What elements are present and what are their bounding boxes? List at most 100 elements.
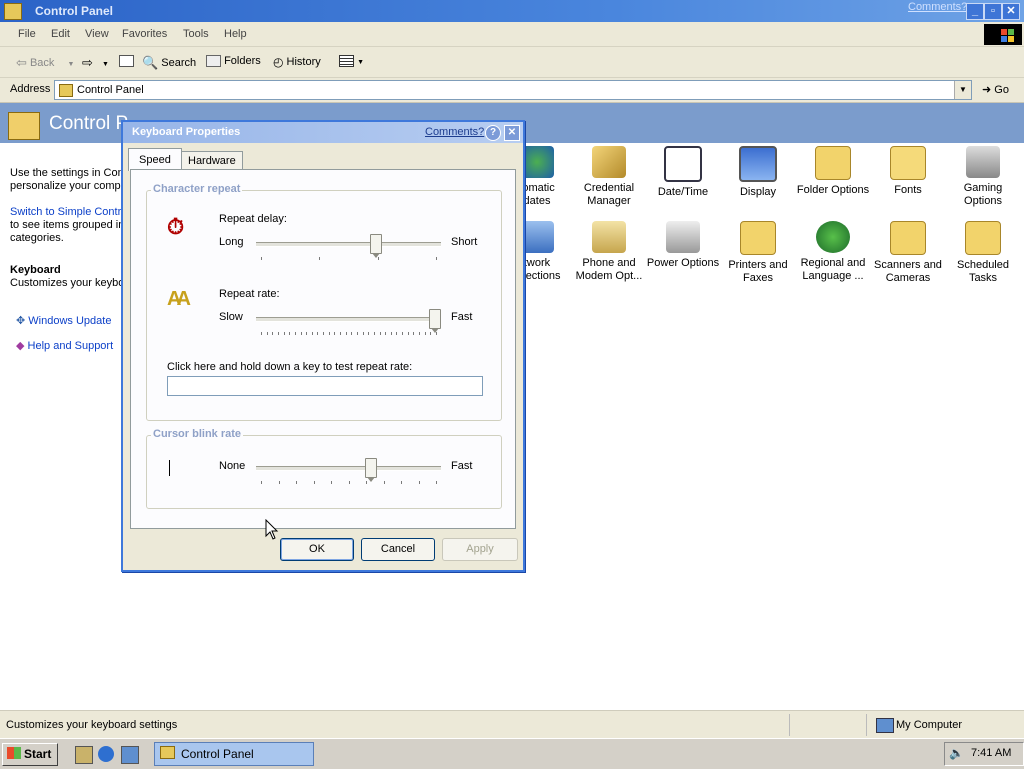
repeat-rate-max: Fast xyxy=(451,311,473,323)
folders-button[interactable]: Folders xyxy=(206,55,261,68)
views-button[interactable]: ▼ xyxy=(339,55,364,68)
menu-favorites[interactable]: Favorites xyxy=(122,28,167,40)
scanners-cameras-item[interactable]: Scanners and Cameras xyxy=(868,221,948,285)
chevron-down-icon: ▼ xyxy=(357,59,364,66)
views-icon xyxy=(339,55,354,68)
mouse-cursor-icon xyxy=(265,519,279,540)
windows-update-icon: ✥ xyxy=(16,315,26,327)
ok-button[interactable]: OK xyxy=(280,538,354,561)
forward-arrow-icon: ⇨ xyxy=(82,55,93,70)
window-title: Control Panel xyxy=(35,4,114,18)
comments-link[interactable]: Comments? xyxy=(908,1,967,13)
repeat-delay-slider-track[interactable] xyxy=(256,242,441,247)
switch-view-text: to see items grouped in xyxy=(10,219,125,231)
control-panel-icon xyxy=(4,3,22,20)
status-divider xyxy=(789,714,790,736)
character-repeat-title: Character repeat xyxy=(151,183,243,195)
dialog-close-button[interactable]: ✕ xyxy=(504,125,520,141)
chevron-down-icon[interactable]: ▼ xyxy=(954,81,971,99)
forward-button[interactable]: ⇨ ▼ xyxy=(82,55,109,71)
taskbar-control-panel-button[interactable]: Control Panel xyxy=(154,742,314,766)
folder-options-item[interactable]: Folder Options xyxy=(793,146,873,197)
toolbar: ⇦ Back ▼ ⇨ ▼ 🔍 Search Folders ◴ History … xyxy=(0,47,1024,78)
dialog-title-bar: Keyboard Properties Comments? ? ✕ xyxy=(123,122,523,143)
menu-file[interactable]: File xyxy=(18,28,36,40)
intro-text: personalize your compu xyxy=(10,180,127,192)
taskbar: Start Control Panel 🔈 7:41 AM xyxy=(0,738,1024,769)
up-folder-button[interactable] xyxy=(119,55,134,68)
selected-item-desc: Customizes your keybo xyxy=(10,277,125,289)
tab-speed[interactable]: Speed xyxy=(128,148,182,171)
back-arrow-icon: ⇦ xyxy=(16,55,27,70)
date-time-item[interactable]: Date/Time xyxy=(643,146,723,199)
go-button[interactable]: ➜ Go xyxy=(982,83,1009,96)
repeat-rate-ticks xyxy=(261,332,437,337)
gaming-options-item[interactable]: Gaming Options xyxy=(943,146,1023,208)
status-bar: Customizes your keyboard settings My Com… xyxy=(0,710,1024,739)
display-item[interactable]: Display xyxy=(718,146,798,199)
phone-icon xyxy=(592,221,626,253)
address-value: Control Panel xyxy=(77,84,144,96)
cancel-button[interactable]: Cancel xyxy=(361,538,435,561)
menu-bar: File Edit View Favorites Tools Help xyxy=(0,22,1024,47)
repeat-rate-slider-track[interactable] xyxy=(256,317,441,322)
fonts-folder-icon xyxy=(890,146,926,180)
power-options-item[interactable]: Power Options xyxy=(643,221,723,270)
apply-button[interactable]: Apply xyxy=(442,538,518,561)
cursor-blink-min: None xyxy=(219,460,246,472)
title-bar: Control Panel Comments? _ ▫ ✕ xyxy=(0,0,1024,22)
selected-item-title: Keyboard xyxy=(10,264,61,276)
history-button[interactable]: ◴ History xyxy=(273,55,321,69)
minimize-button[interactable]: _ xyxy=(966,3,984,20)
help-support-link[interactable]: ◆ Help and Support xyxy=(16,339,113,352)
cursor-blink-slider-thumb[interactable] xyxy=(364,458,377,482)
search-button[interactable]: 🔍 Search xyxy=(142,55,196,71)
status-text: Customizes your keyboard settings xyxy=(6,719,178,731)
test-repeat-input[interactable] xyxy=(167,376,483,396)
show-desktop-icon[interactable] xyxy=(75,746,93,764)
repeat-delay-icon: ⏱ xyxy=(167,214,185,239)
monitor-icon xyxy=(739,146,777,182)
cursor-blink-icon xyxy=(169,460,170,476)
repeat-delay-ticks xyxy=(261,257,437,262)
printers-faxes-item[interactable]: Printers and Faxes xyxy=(718,221,798,285)
repeat-rate-slider-thumb[interactable] xyxy=(429,309,441,333)
fonts-item[interactable]: Fonts xyxy=(868,146,948,197)
camera-folder-icon xyxy=(890,221,926,255)
up-folder-icon xyxy=(119,55,134,68)
menu-tools[interactable]: Tools xyxy=(183,28,209,40)
credential-manager-item[interactable]: Credential Manager xyxy=(569,146,649,208)
address-input[interactable]: Control Panel ▼ xyxy=(54,80,972,100)
banner-title: Control P xyxy=(49,113,129,134)
dialog-comments-link[interactable]: Comments? xyxy=(425,126,484,138)
windows-update-link[interactable]: ✥ Windows Update xyxy=(16,314,111,327)
switch-view-text: categories. xyxy=(10,232,64,244)
regional-language-item[interactable]: Regional and Language ... xyxy=(793,221,873,283)
help-button[interactable]: ? xyxy=(485,125,501,141)
scheduled-tasks-item[interactable]: Scheduled Tasks xyxy=(943,221,1023,285)
phone-modem-item[interactable]: Phone and Modem Opt... xyxy=(569,221,649,283)
scheduled-tasks-icon xyxy=(965,221,1001,255)
start-button[interactable]: Start xyxy=(2,743,58,766)
explorer-icon[interactable] xyxy=(121,746,139,764)
chevron-down-icon: ▼ xyxy=(101,60,109,68)
menu-help[interactable]: Help xyxy=(224,28,247,40)
clock: 7:41 AM xyxy=(971,747,1012,759)
cursor-blink-group xyxy=(146,435,502,509)
repeat-rate-min: Slow xyxy=(219,311,243,323)
menu-view[interactable]: View xyxy=(85,28,109,40)
restore-button[interactable]: ▫ xyxy=(984,3,1002,20)
history-icon: ◴ xyxy=(273,55,284,69)
tab-hardware[interactable]: Hardware xyxy=(181,151,243,170)
repeat-delay-slider-thumb[interactable] xyxy=(370,234,383,258)
keys-icon xyxy=(592,146,626,178)
intro-text: Use the settings in Con xyxy=(10,167,124,179)
volume-icon[interactable]: 🔈 xyxy=(949,746,964,760)
menu-edit[interactable]: Edit xyxy=(51,28,70,40)
address-label: Address xyxy=(10,83,51,95)
cursor-blink-slider-track[interactable] xyxy=(256,466,441,471)
internet-explorer-icon[interactable] xyxy=(98,746,114,762)
back-button[interactable]: ⇦ Back ▼ xyxy=(16,55,74,71)
switch-view-link[interactable]: Switch to Simple Contro xyxy=(10,206,127,218)
close-button[interactable]: ✕ xyxy=(1002,3,1020,20)
